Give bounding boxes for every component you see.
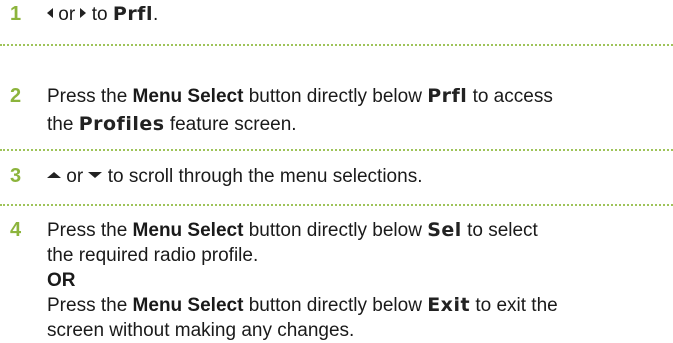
step-3-line: or to scroll through the menu selections… xyxy=(47,164,422,189)
after-text: to exit the xyxy=(475,295,558,316)
the-text: the xyxy=(47,114,74,135)
or-label: OR xyxy=(47,270,76,291)
display-word-sel: Sel xyxy=(427,219,462,241)
step-1-line: or to Prfl. xyxy=(47,2,158,27)
or-text: or xyxy=(66,166,84,187)
step-3: 3 or to scroll through the menu selectio… xyxy=(0,164,422,189)
step-number: 4 xyxy=(10,219,22,241)
step-1: 1 or to Prfl. xyxy=(0,2,158,27)
press-text: Press the xyxy=(47,86,128,107)
up-arrow-icon xyxy=(47,171,61,178)
step-4-line-1: Press the Menu Select button directly be… xyxy=(47,218,558,243)
step-2-line-1: Press the Menu Select button directly be… xyxy=(47,84,553,109)
step-2-line-2: the Profiles feature screen. xyxy=(47,112,553,137)
step-number: 3 xyxy=(10,165,22,187)
scroll-text: to scroll through the menu selections. xyxy=(107,166,423,187)
step-4-line-4: Press the Menu Select button directly be… xyxy=(47,293,558,318)
down-arrow-icon xyxy=(88,171,103,178)
to-text: to xyxy=(91,4,108,25)
menu-select-button-name: Menu Select xyxy=(132,220,244,241)
step-4-line-2: the required radio profile. xyxy=(47,245,259,266)
period-text: . xyxy=(152,4,159,25)
step-separator xyxy=(0,204,673,206)
menu-select-button-name: Menu Select xyxy=(132,295,244,316)
middle-text: button directly below xyxy=(248,220,422,241)
step-separator xyxy=(0,44,673,46)
left-arrow-icon xyxy=(47,7,53,18)
step-number: 2 xyxy=(10,85,22,107)
step-4: 4 Press the Menu Select button directly … xyxy=(0,218,558,343)
after-text: to select xyxy=(467,220,538,241)
step-2: 2 Press the Menu Select button directly … xyxy=(0,84,553,137)
display-word-exit: Exit xyxy=(427,294,471,316)
step-separator xyxy=(0,149,673,151)
or-text: or xyxy=(58,4,76,25)
middle-text: button directly below xyxy=(248,295,422,316)
display-word-prfl: Prfl xyxy=(112,3,153,25)
menu-select-button-name: Menu Select xyxy=(132,86,244,107)
step-number: 1 xyxy=(10,3,22,25)
middle-text: button directly below xyxy=(248,86,422,107)
after-text: to access xyxy=(472,86,553,107)
display-word-prfl: Prfl xyxy=(427,85,468,107)
feature-screen-text: feature screen. xyxy=(169,114,297,135)
right-arrow-icon xyxy=(80,7,87,18)
press-text: Press the xyxy=(47,220,128,241)
step-4-line-5: screen without making any changes. xyxy=(47,320,355,341)
press-text: Press the xyxy=(47,295,128,316)
display-word-profiles: Profiles xyxy=(78,113,165,135)
